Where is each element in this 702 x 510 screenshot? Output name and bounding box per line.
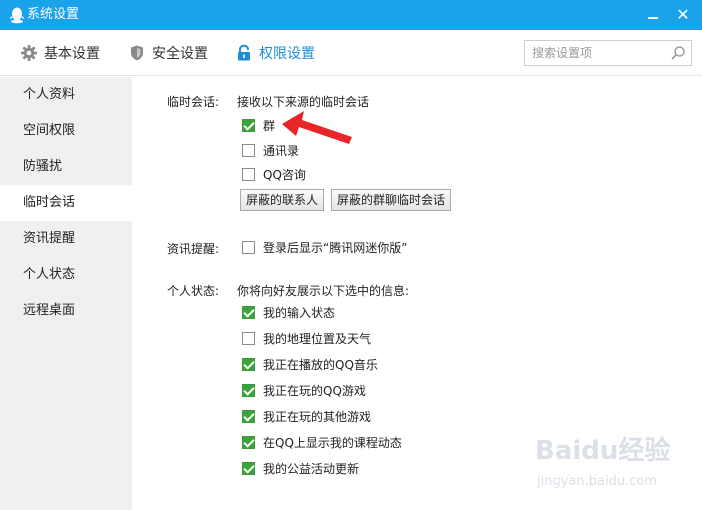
checkbox-course-activity[interactable]: 在QQ上显示我的课程动态 xyxy=(242,433,402,451)
checkbox[interactable] xyxy=(242,409,255,423)
checkbox[interactable] xyxy=(242,240,255,254)
checkbox-input-status[interactable]: 我的输入状态 xyxy=(242,303,335,321)
checkbox-other-game[interactable]: 我正在玩的其他游戏 xyxy=(242,407,371,425)
checkbox[interactable] xyxy=(242,435,255,449)
sidebar: 个人资料 空间权限 防骚扰 临时会话 资讯提醒 个人状态 远程桌面 xyxy=(0,77,132,510)
gear-icon xyxy=(21,45,37,61)
checkbox-group[interactable]: 群 xyxy=(242,116,275,134)
temp-session-desc: 接收以下来源的临时会话 xyxy=(237,95,370,109)
search-icon[interactable] xyxy=(670,45,686,61)
checkbox[interactable] xyxy=(242,383,255,397)
checkbox-label: 在QQ上显示我的课程动态 xyxy=(263,435,402,450)
checkbox-qq-game[interactable]: 我正在玩的QQ游戏 xyxy=(242,381,366,399)
blocked-contacts-button[interactable]: 屏蔽的联系人 xyxy=(240,189,325,211)
personal-status-label: 个人状态: xyxy=(167,284,220,298)
tab-basic-settings[interactable]: 基本设置 xyxy=(20,30,100,76)
checkbox-qq-consult[interactable]: QQ咨询 xyxy=(242,165,306,183)
checkbox-label: 我的输入状态 xyxy=(263,305,336,320)
checkbox[interactable] xyxy=(242,143,255,157)
news-reminder-label: 资讯提醒: xyxy=(167,242,220,256)
checkbox-label: 我的地理位置及天气 xyxy=(263,331,372,346)
checkbox[interactable] xyxy=(242,305,255,319)
sidebar-item-personal-status[interactable]: 个人状态 xyxy=(0,257,132,293)
tab-label: 安全设置 xyxy=(152,46,208,62)
checkbox[interactable] xyxy=(242,461,255,475)
checkbox-label: QQ咨询 xyxy=(263,167,306,182)
tab-label: 权限设置 xyxy=(259,46,315,62)
tab-label: 基本设置 xyxy=(44,46,100,62)
checkbox[interactable] xyxy=(242,357,255,371)
checkbox[interactable] xyxy=(242,331,255,345)
checkbox-label: 我正在玩的QQ游戏 xyxy=(263,383,366,398)
checkbox[interactable] xyxy=(242,167,255,181)
checkbox-location-weather[interactable]: 我的地理位置及天气 xyxy=(242,329,371,347)
search-box xyxy=(524,40,692,66)
personal-status-desc: 你将向好友展示以下选中的信息: xyxy=(237,284,410,298)
checkbox-label: 群 xyxy=(263,118,276,133)
checkbox-charity-updates[interactable]: 我的公益活动更新 xyxy=(242,459,359,477)
blocked-group-temp-button[interactable]: 屏蔽的群聊临时会话 xyxy=(331,189,452,211)
sidebar-item-remote-desktop[interactable]: 远程桌面 xyxy=(0,293,132,329)
qq-penguin-icon xyxy=(9,7,25,24)
checkbox[interactable] xyxy=(242,118,255,132)
sidebar-item-anti-harassment[interactable]: 防骚扰 xyxy=(0,149,132,185)
lock-icon xyxy=(238,44,250,61)
checkbox-contacts[interactable]: 通讯录 xyxy=(242,141,299,159)
tab-permission-settings[interactable]: 权限设置 xyxy=(235,30,315,76)
tab-security-settings[interactable]: 安全设置 xyxy=(128,30,208,76)
checkbox-label: 通讯录 xyxy=(263,143,300,158)
checkbox-label: 登录后显示“腾讯网迷你版” xyxy=(263,240,408,255)
shield-icon xyxy=(131,45,143,61)
title-bar: 系统设置 ✕ xyxy=(0,0,702,30)
checkbox-label: 我的公益活动更新 xyxy=(263,461,360,476)
settings-tabs: 基本设置 安全设置 权限设置 xyxy=(0,30,702,76)
sidebar-item-temp-session[interactable]: 临时会话 xyxy=(0,185,132,221)
minimize-button[interactable] xyxy=(642,4,664,26)
window-title: 系统设置 xyxy=(27,7,80,22)
search-input[interactable] xyxy=(525,41,665,65)
checkbox-label: 我正在玩的其他游戏 xyxy=(263,409,372,424)
checkbox-qq-music[interactable]: 我正在播放的QQ音乐 xyxy=(242,355,378,373)
sidebar-item-space-permissions[interactable]: 空间权限 xyxy=(0,113,132,149)
sidebar-item-profile[interactable]: 个人资料 xyxy=(0,77,132,113)
settings-content: 临时会话: 接收以下来源的临时会话 群 通讯录 QQ咨询 屏蔽的联系人 屏蔽的群… xyxy=(132,77,702,510)
temp-session-label: 临时会话: xyxy=(167,95,220,109)
checkbox-mini-news[interactable]: 登录后显示“腾讯网迷你版” xyxy=(242,238,407,256)
close-button[interactable]: ✕ xyxy=(672,4,694,26)
sidebar-item-news-reminder[interactable]: 资讯提醒 xyxy=(0,221,132,257)
checkbox-label: 我正在播放的QQ音乐 xyxy=(263,357,378,372)
